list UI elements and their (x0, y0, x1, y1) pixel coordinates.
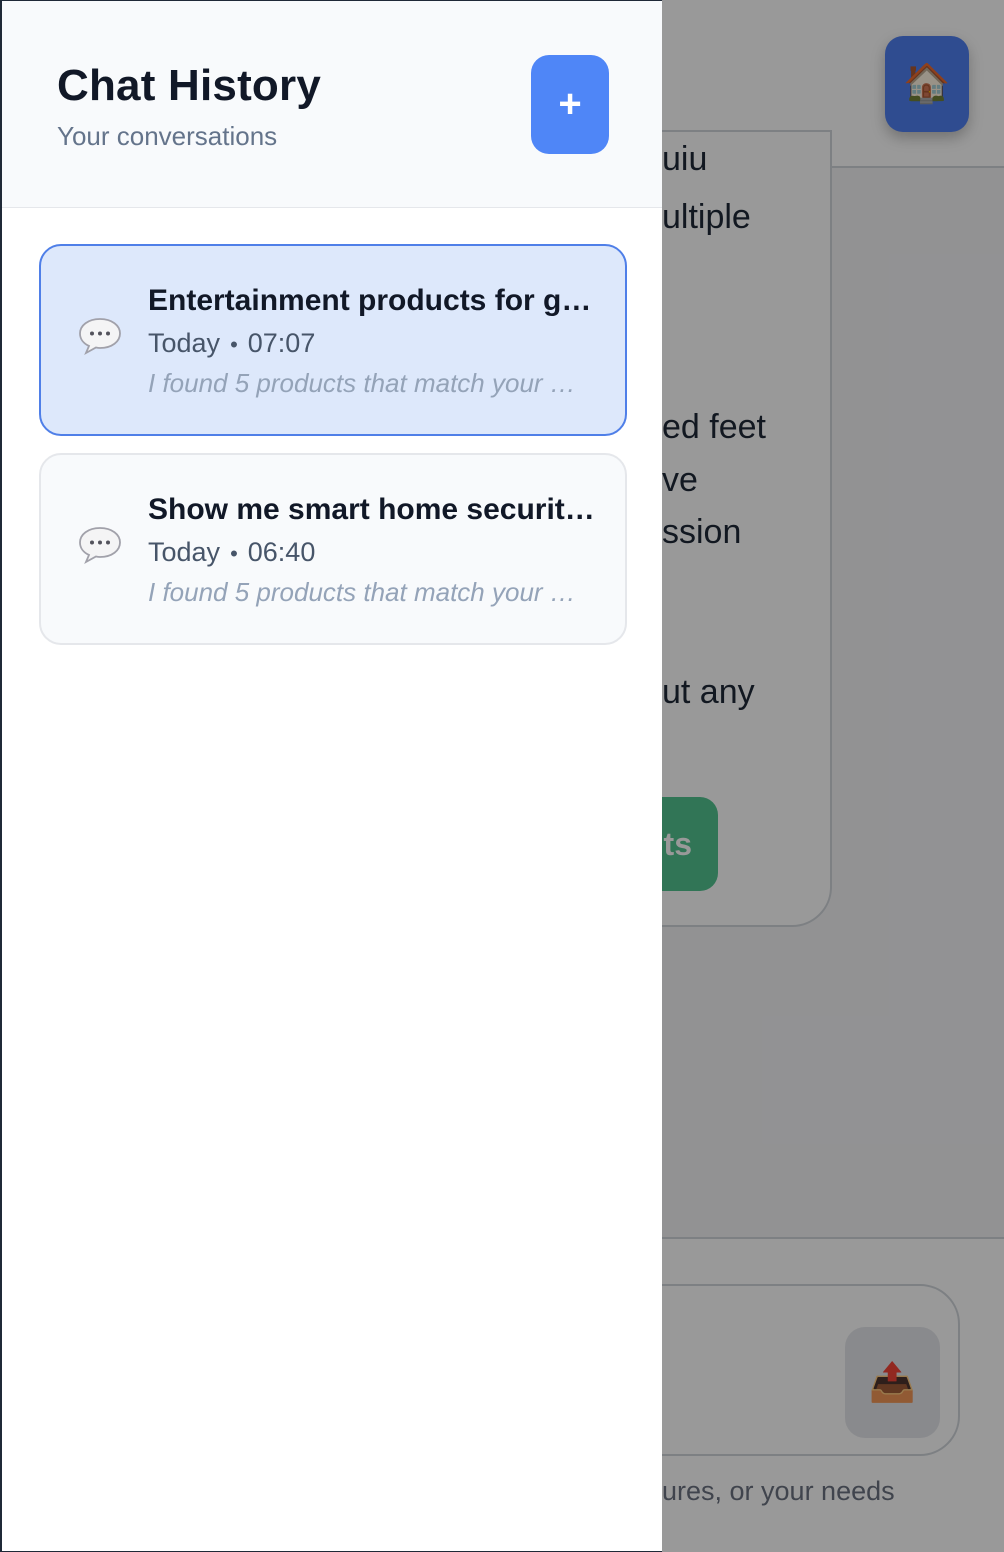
meta-separator: • (230, 541, 238, 566)
chat-history-drawer: Chat History Your conversations + Entert… (0, 0, 662, 1552)
chat-preview: I found 5 products that match your reque… (148, 577, 578, 607)
speech-bubble-icon (79, 318, 121, 356)
chat-day: Today (148, 328, 221, 358)
chat-item[interactable]: Show me smart home security cameras Toda… (39, 453, 627, 645)
chat-title: Show me smart home security cameras (148, 493, 598, 526)
speech-bubble-icon (79, 527, 121, 565)
plus-icon: + (558, 82, 582, 126)
chat-title: Entertainment products for gaming and st… (148, 284, 598, 317)
drawer-subtitle: Your conversations (57, 121, 278, 151)
chat-timestamp: Today • 06:40 (148, 537, 315, 568)
chat-time: 06:40 (247, 537, 316, 567)
drawer-header: Chat History Your conversations + (2, 1, 662, 208)
drawer-title: Chat History (57, 61, 321, 110)
chat-day: Today (148, 537, 221, 567)
chat-time: 07:07 (247, 328, 316, 358)
chat-timestamp: Today • 07:07 (148, 328, 315, 359)
chat-preview: I found 5 products that match your reque… (148, 368, 578, 398)
meta-separator: • (230, 332, 238, 357)
chat-list: Entertainment products for gaming and st… (39, 244, 627, 662)
new-chat-button[interactable]: + (531, 55, 609, 154)
chat-item[interactable]: Entertainment products for gaming and st… (39, 244, 627, 436)
